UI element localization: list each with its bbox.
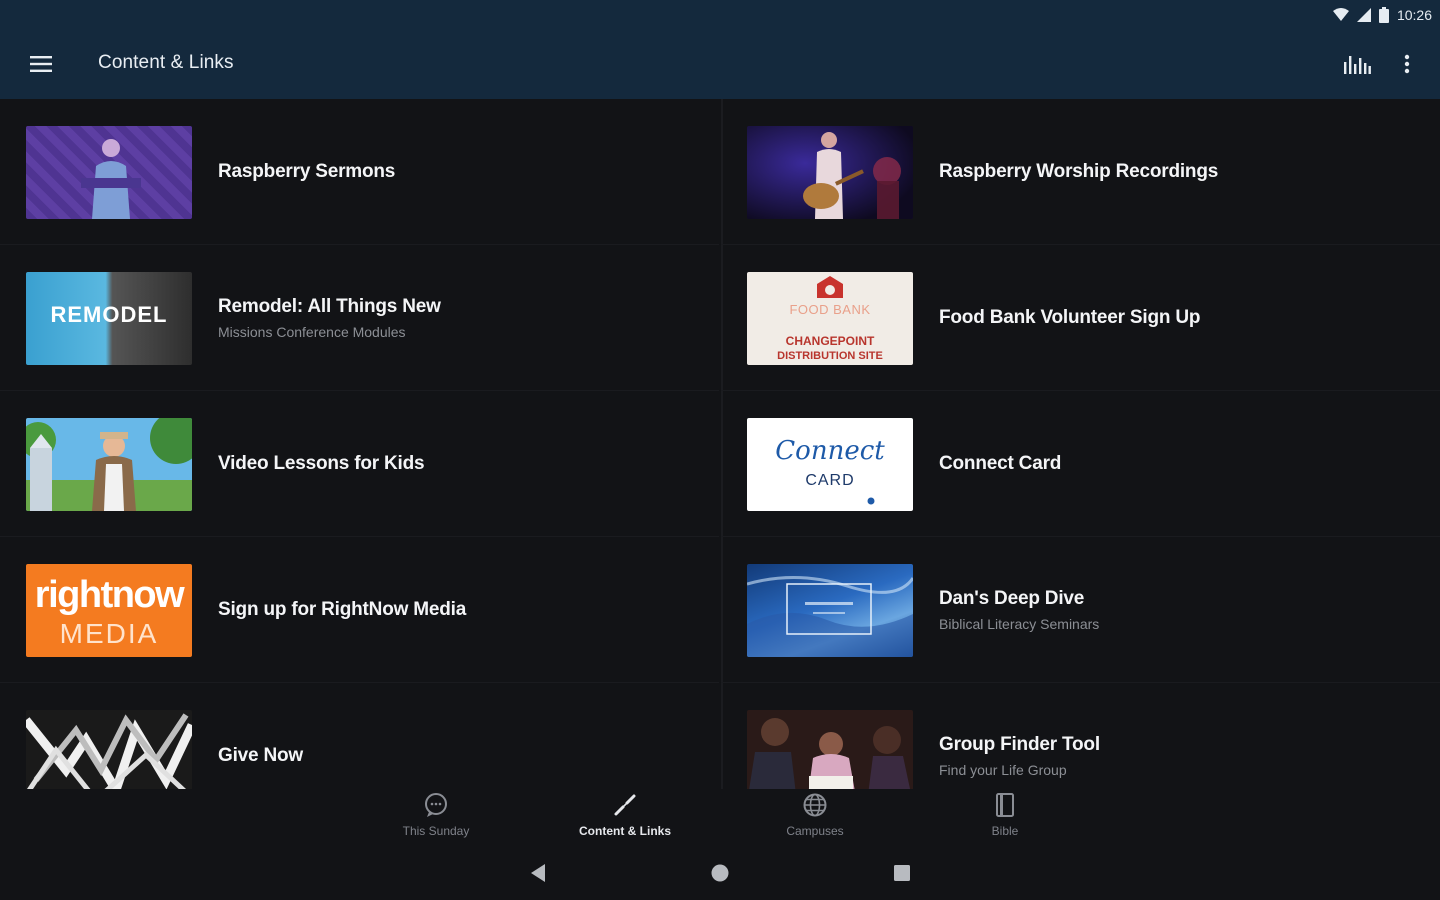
back-icon[interactable] xyxy=(520,858,556,888)
list-item[interactable]: Video Lessons for Kids xyxy=(0,391,719,537)
list-item[interactable]: Raspberry Worship Recordings xyxy=(721,99,1440,245)
rightnow-logo-text: rightnow xyxy=(34,574,185,616)
item-title: Food Bank Volunteer Sign Up xyxy=(939,307,1201,328)
sermons-thumbnail xyxy=(26,126,192,219)
item-title: Dan's Deep Dive xyxy=(939,588,1085,609)
battery-icon xyxy=(1378,7,1389,23)
remodel-logo-text: REMODEL xyxy=(50,302,168,327)
list-item[interactable]: Connect CARD Connect Card xyxy=(721,391,1440,537)
audio-bars-icon[interactable] xyxy=(1337,44,1377,84)
wifi-icon xyxy=(1332,8,1349,21)
give-now-thumbnail xyxy=(26,710,192,789)
item-title: Video Lessons for Kids xyxy=(218,453,425,474)
nav-bible[interactable]: Bible xyxy=(930,791,1080,841)
list-item[interactable]: Group Finder Tool Find your Life Group xyxy=(721,683,1440,789)
nav-label: Campuses xyxy=(786,824,844,838)
more-vert-icon[interactable] xyxy=(1387,44,1427,84)
book-icon xyxy=(996,793,1014,817)
nav-label: Content & Links xyxy=(579,824,671,838)
item-subtitle: Biblical Literacy Seminars xyxy=(939,616,1100,632)
nav-label: Bible xyxy=(991,824,1019,838)
list-item[interactable]: rightnow MEDIA Sign up for RightNow Medi… xyxy=(0,537,719,683)
item-title: Group Finder Tool xyxy=(939,734,1100,755)
item-subtitle: Find your Life Group xyxy=(939,762,1067,778)
system-navigation-bar xyxy=(0,844,1440,900)
connect-card-thumbnail: Connect CARD xyxy=(747,418,913,511)
foodbank-line2: DISTRIBUTION SITE xyxy=(777,350,883,362)
link-icon xyxy=(614,794,636,816)
bottom-navigation: This Sunday Content & Links Campuses Bib… xyxy=(0,789,1440,844)
home-icon[interactable] xyxy=(702,858,738,888)
app-bar: 10:26 Content & Links xyxy=(0,0,1440,99)
globe-icon xyxy=(803,793,827,817)
kids-lessons-thumbnail xyxy=(26,418,192,511)
group-finder-thumbnail xyxy=(747,710,913,789)
content-grid: Raspberry Sermons Raspberry Worship Reco… xyxy=(0,99,1440,789)
rightnow-media-logo: rightnow MEDIA xyxy=(26,564,192,657)
recents-icon[interactable] xyxy=(884,858,920,888)
foodbank-thumbnail: FOOD BANK CHANGEPOINT DISTRIBUTION SITE xyxy=(747,272,913,365)
item-title: Raspberry Sermons xyxy=(218,161,396,182)
list-item[interactable]: Dan's Deep Dive Biblical Literacy Semina… xyxy=(721,537,1440,683)
list-item[interactable]: FOOD BANK CHANGEPOINT DISTRIBUTION SITE … xyxy=(721,245,1440,391)
item-title: Remodel: All Things New xyxy=(218,296,441,317)
foodbank-line1: CHANGEPOINT xyxy=(785,334,875,348)
chat-bubble-icon xyxy=(425,793,447,817)
page-title: Content & Links xyxy=(98,52,234,73)
worship-thumbnail xyxy=(747,126,913,219)
item-title: Raspberry Worship Recordings xyxy=(939,161,1219,182)
nav-this-sunday[interactable]: This Sunday xyxy=(361,791,511,841)
item-title: Connect Card xyxy=(939,453,1062,474)
rightnow-media-text: MEDIA xyxy=(59,618,159,649)
cell-signal-icon xyxy=(1356,8,1371,22)
item-title: Sign up for RightNow Media xyxy=(218,599,467,620)
status-bar: 10:26 xyxy=(1332,4,1432,26)
list-item[interactable]: Raspberry Sermons xyxy=(0,99,719,245)
nav-label: This Sunday xyxy=(402,824,470,838)
item-subtitle: Missions Conference Modules xyxy=(218,324,406,340)
item-title: Give Now xyxy=(218,745,303,766)
nav-content-links[interactable]: Content & Links xyxy=(550,791,700,841)
foodbank-logo-text: FOOD BANK xyxy=(789,302,871,317)
list-item[interactable]: REMODEL Remodel: All Things New Missions… xyxy=(0,245,719,391)
clock: 10:26 xyxy=(1396,7,1432,23)
nav-campuses[interactable]: Campuses xyxy=(740,791,890,841)
hamburger-menu-icon[interactable] xyxy=(20,44,62,84)
list-item[interactable]: Give Now xyxy=(0,683,719,789)
remodel-thumbnail: REMODEL xyxy=(26,272,192,365)
deep-dive-thumbnail xyxy=(747,564,913,657)
